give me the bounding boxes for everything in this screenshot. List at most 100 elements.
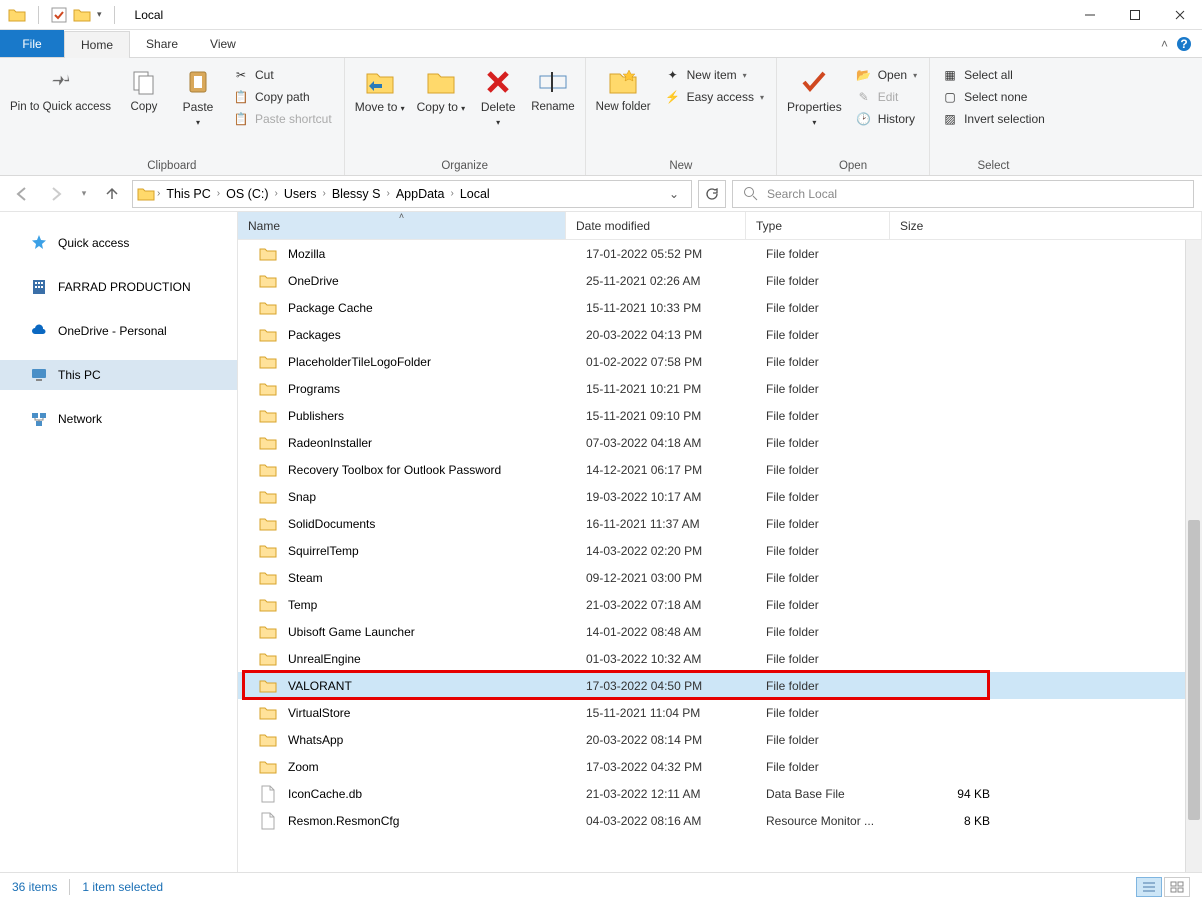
address-bar: ▾ › This PC›OS (C:)›Users›Blessy S›AppDa…: [0, 176, 1202, 212]
vertical-scrollbar[interactable]: [1185, 240, 1202, 872]
edit-icon: ✎: [856, 89, 872, 105]
select-none-button[interactable]: ▢Select none: [936, 86, 1051, 108]
folder-icon: [258, 325, 278, 345]
breadcrumb-segment[interactable]: AppData: [392, 187, 449, 201]
folder-icon: [258, 541, 278, 561]
tab-share[interactable]: Share: [130, 30, 194, 57]
qat-dropdown-icon[interactable]: ▾: [97, 9, 102, 20]
breadcrumb-segment[interactable]: Users: [280, 187, 321, 201]
recent-dropdown[interactable]: ▾: [76, 180, 92, 208]
tab-view[interactable]: View: [194, 30, 252, 57]
new-folder-button[interactable]: New folder: [592, 62, 655, 158]
folder-icon: [258, 595, 278, 615]
maximize-button[interactable]: [1112, 0, 1157, 30]
copy-to-button[interactable]: Copy to ▾: [413, 62, 470, 158]
folder-icon: [258, 649, 278, 669]
paste-button[interactable]: Paste▾: [173, 62, 223, 158]
column-size[interactable]: Size: [890, 212, 1202, 239]
column-type[interactable]: Type: [746, 212, 890, 239]
sidebar-item-quick-access[interactable]: Quick access: [0, 228, 237, 258]
titlebar: ▾ Local: [0, 0, 1202, 30]
file-row[interactable]: Mozilla17-01-2022 05:52 PMFile folder: [238, 240, 1202, 267]
properties-button[interactable]: Properties▾: [783, 62, 846, 158]
edit-button[interactable]: ✎Edit: [850, 86, 923, 108]
breadcrumb-segment[interactable]: This PC: [162, 187, 214, 201]
history-button[interactable]: 🕑History: [850, 108, 923, 130]
ribbon: Pin to Quick access Copy Paste▾ ✂Cut 📋Co…: [0, 58, 1202, 176]
minimize-button[interactable]: [1067, 0, 1112, 30]
sidebar-item-onedrive-personal[interactable]: OneDrive - Personal: [0, 316, 237, 346]
file-row[interactable]: Ubisoft Game Launcher14-01-2022 08:48 AM…: [238, 618, 1202, 645]
help-icon[interactable]: ?: [1176, 36, 1192, 52]
folder-icon: [258, 379, 278, 399]
select-all-button[interactable]: ▦Select all: [936, 64, 1051, 86]
delete-button[interactable]: Delete▾: [473, 62, 523, 158]
breadcrumb-segment[interactable]: Blessy S: [328, 187, 385, 201]
file-row[interactable]: Programs15-11-2021 10:21 PMFile folder: [238, 375, 1202, 402]
pin-quick-access-button[interactable]: Pin to Quick access: [6, 62, 115, 158]
invert-selection-button[interactable]: ▨Invert selection: [936, 108, 1051, 130]
qat-checkbox-icon[interactable]: [51, 7, 67, 23]
search-input[interactable]: Search Local: [732, 180, 1194, 208]
copy-path-button[interactable]: 📋Copy path: [227, 86, 338, 108]
tab-file[interactable]: File: [0, 30, 64, 57]
file-row[interactable]: Publishers15-11-2021 09:10 PMFile folder: [238, 402, 1202, 429]
file-row[interactable]: VALORANT17-03-2022 04:50 PMFile folder: [238, 672, 1202, 699]
file-row[interactable]: Snap19-03-2022 10:17 AMFile folder: [238, 483, 1202, 510]
rename-button[interactable]: Rename: [527, 62, 578, 158]
details-view-button[interactable]: [1136, 877, 1162, 897]
file-row[interactable]: UnrealEngine01-03-2022 10:32 AMFile fold…: [238, 645, 1202, 672]
file-row[interactable]: SquirrelTemp14-03-2022 02:20 PMFile fold…: [238, 537, 1202, 564]
refresh-button[interactable]: [698, 180, 726, 208]
building-icon: [30, 278, 48, 296]
app-folder-icon: [8, 7, 26, 23]
paste-shortcut-button[interactable]: 📋Paste shortcut: [227, 108, 338, 130]
new-item-button[interactable]: ✦New item ▾: [659, 64, 770, 86]
collapse-ribbon-icon[interactable]: ˄: [1161, 37, 1168, 51]
breadcrumb-dropdown[interactable]: ⌄: [661, 187, 687, 201]
file-list[interactable]: Mozilla17-01-2022 05:52 PMFile folderOne…: [238, 240, 1202, 872]
thumbnails-view-button[interactable]: [1164, 877, 1190, 897]
easy-access-button[interactable]: ⚡Easy access ▾: [659, 86, 770, 108]
breadcrumb-segment[interactable]: Local: [456, 187, 494, 201]
delete-icon: [482, 66, 514, 98]
file-row[interactable]: Temp21-03-2022 07:18 AMFile folder: [238, 591, 1202, 618]
file-row[interactable]: Steam09-12-2021 03:00 PMFile folder: [238, 564, 1202, 591]
file-row[interactable]: Zoom17-03-2022 04:32 PMFile folder: [238, 753, 1202, 780]
back-button[interactable]: [8, 180, 36, 208]
move-to-button[interactable]: Move to ▾: [351, 62, 409, 158]
sidebar-item-this-pc[interactable]: This PC: [0, 360, 237, 390]
folder-icon: [258, 676, 278, 696]
sidebar-item-farrad-production[interactable]: FARRAD PRODUCTION: [0, 272, 237, 302]
file-row[interactable]: RadeonInstaller07-03-2022 04:18 AMFile f…: [238, 429, 1202, 456]
open-button[interactable]: 📂Open ▾: [850, 64, 923, 86]
breadcrumb-segment[interactable]: OS (C:): [222, 187, 272, 201]
cloud-icon: [30, 322, 48, 340]
file-row[interactable]: OneDrive25-11-2021 02:26 AMFile folder: [238, 267, 1202, 294]
cut-button[interactable]: ✂Cut: [227, 64, 338, 86]
file-row[interactable]: IconCache.db21-03-2022 12:11 AMData Base…: [238, 780, 1202, 807]
file-row[interactable]: Recovery Toolbox for Outlook Password14-…: [238, 456, 1202, 483]
close-button[interactable]: [1157, 0, 1202, 30]
file-row[interactable]: PlaceholderTileLogoFolder01-02-2022 07:5…: [238, 348, 1202, 375]
sidebar-item-network[interactable]: Network: [0, 404, 237, 434]
folder-icon: [258, 271, 278, 291]
column-name[interactable]: ˄Name: [238, 212, 566, 239]
file-row[interactable]: WhatsApp20-03-2022 08:14 PMFile folder: [238, 726, 1202, 753]
tab-home[interactable]: Home: [64, 31, 130, 58]
file-row[interactable]: Resmon.ResmonCfg04-03-2022 08:16 AMResou…: [238, 807, 1202, 834]
file-row[interactable]: SolidDocuments16-11-2021 11:37 AMFile fo…: [238, 510, 1202, 537]
forward-button[interactable]: [42, 180, 70, 208]
breadcrumb[interactable]: › This PC›OS (C:)›Users›Blessy S›AppData…: [132, 180, 692, 208]
qat-folder-icon[interactable]: [73, 7, 91, 23]
file-row[interactable]: Packages20-03-2022 04:13 PMFile folder: [238, 321, 1202, 348]
select-none-icon: ▢: [942, 89, 958, 105]
open-icon: 📂: [856, 67, 872, 83]
pin-icon: [44, 66, 76, 98]
column-date[interactable]: Date modified: [566, 212, 746, 239]
file-row[interactable]: Package Cache15-11-2021 10:33 PMFile fol…: [238, 294, 1202, 321]
copy-button[interactable]: Copy: [119, 62, 169, 158]
folder-icon: [258, 568, 278, 588]
file-row[interactable]: VirtualStore15-11-2021 11:04 PMFile fold…: [238, 699, 1202, 726]
up-button[interactable]: [98, 180, 126, 208]
